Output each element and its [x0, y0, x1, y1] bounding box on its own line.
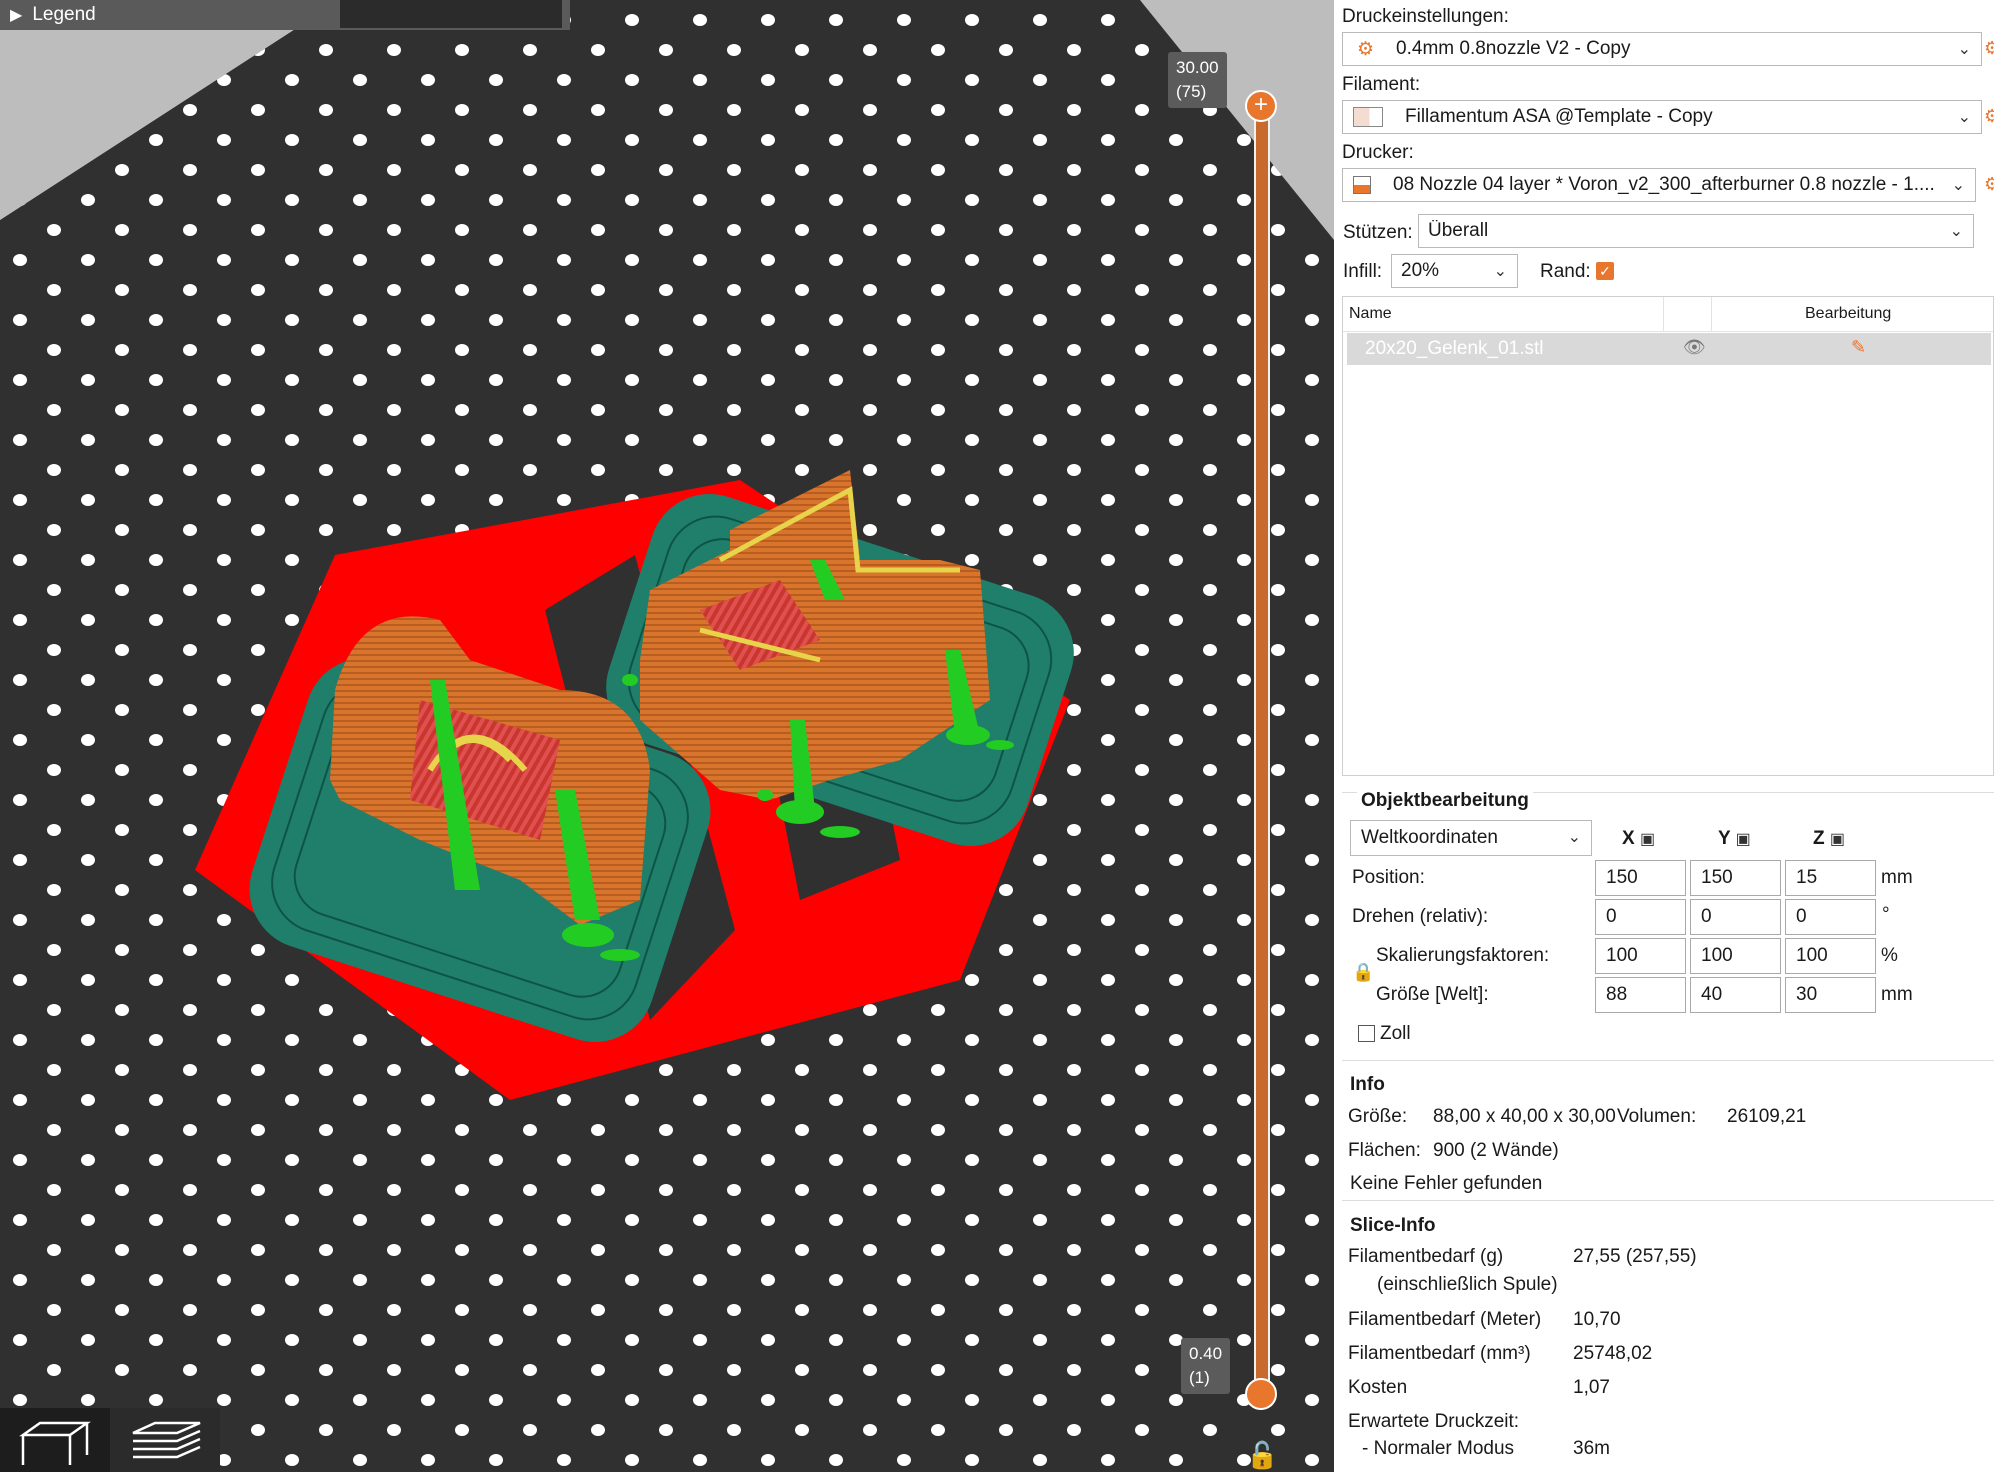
chevron-down-icon: ⌄ — [1567, 829, 1581, 846]
supports-combo[interactable]: Überall ⌄ — [1418, 214, 1974, 248]
normal-mode-value: 36m — [1573, 1438, 1610, 1459]
scale-label: Skalierungsfaktoren: — [1376, 945, 1550, 966]
filament-g-sub: (einschließlich Spule) — [1377, 1274, 1558, 1295]
expand-triangle-icon: ▶ — [10, 7, 23, 24]
brim-label: Rand: — [1540, 261, 1591, 282]
gear-icon[interactable]: ⚙ — [1984, 38, 1994, 59]
filament-m-label: Filamentbedarf (Meter) — [1348, 1309, 1542, 1330]
infill-combo[interactable]: 20% ⌄ — [1391, 254, 1518, 288]
gear-icon[interactable]: ⚙ — [1984, 106, 1994, 127]
layers-icon — [132, 1421, 201, 1459]
layer-slider[interactable] — [1254, 104, 1270, 1394]
position-x-input[interactable]: 150 — [1595, 860, 1686, 896]
filament-m-value: 10,70 — [1573, 1309, 1621, 1330]
filament-label: Filament: — [1342, 74, 1421, 95]
print-bed-scene[interactable] — [0, 0, 1334, 1472]
rotate-y-input[interactable]: 0 — [1690, 899, 1781, 935]
position-y-input[interactable]: 150 — [1690, 860, 1781, 896]
print-time-label: Erwartete Druckzeit: — [1348, 1411, 1520, 1432]
filament-color-swatch — [1353, 107, 1383, 127]
chevron-down-icon: ⌄ — [1949, 223, 1963, 240]
layer-bottom-label: 0.40 (1) — [1181, 1338, 1231, 1394]
gear-icon[interactable]: ⚙ — [1984, 174, 1994, 195]
position-unit: mm — [1881, 867, 1913, 888]
view-3d-button[interactable] — [0, 1408, 110, 1472]
object-name[interactable]: 20x20_Gelenk_01.stl — [1365, 338, 1544, 360]
rotate-label: Drehen (relativ): — [1352, 906, 1489, 927]
rotate-z-input[interactable]: 0 — [1785, 899, 1876, 935]
printer-icon — [1353, 176, 1371, 194]
axis-x-label: X ▣ — [1622, 828, 1656, 849]
info-errors: Keine Fehler gefunden — [1350, 1173, 1543, 1194]
printer-combo[interactable]: 08 Nozzle 04 layer * Voron_v2_300_afterb… — [1342, 168, 1976, 202]
size-y-input[interactable]: 40 — [1690, 977, 1781, 1013]
size-label: Größe [Welt]: — [1376, 984, 1489, 1005]
axis-y-label: Y ▣ — [1718, 828, 1751, 849]
column-name[interactable]: Name — [1349, 305, 1392, 323]
size-z-input[interactable]: 30 — [1785, 977, 1876, 1013]
info-facets-label: Flächen: — [1348, 1140, 1421, 1161]
position-z-input[interactable]: 15 — [1785, 860, 1876, 896]
coordinate-system-combo[interactable]: Weltkoordinaten ⌄ — [1350, 820, 1592, 856]
scale-unit: % — [1881, 945, 1898, 966]
legend-label: Legend — [32, 4, 96, 25]
cube-icon — [19, 1421, 91, 1465]
printer-label: Drucker: — [1342, 142, 1414, 163]
lock-icon[interactable]: 🔒 — [1352, 962, 1374, 983]
position-label: Position: — [1352, 867, 1425, 888]
infill-label: Infill: — [1343, 261, 1383, 282]
column-edit[interactable]: Bearbeitung — [1805, 305, 1891, 323]
filament-combo[interactable]: Fillamentum ASA @Template - Copy ⌄ — [1342, 100, 1982, 134]
print-settings-combo[interactable]: ⚙ 0.4mm 0.8nozzle V2 - Copy ⌄ — [1342, 32, 1982, 66]
chevron-down-icon: ⌄ — [1957, 109, 1971, 126]
info-facets-value: 900 (2 Wände) — [1433, 1140, 1559, 1161]
edit-settings-icon[interactable]: ✎ — [1851, 337, 1866, 358]
filament-mm3-value: 25748,02 — [1573, 1343, 1653, 1364]
chevron-down-icon: ⌄ — [1957, 41, 1971, 58]
size-unit: mm — [1881, 984, 1913, 1005]
gear-icon: ⚙ — [1357, 38, 1375, 60]
object-list-header: Name Bearbeitung — [1343, 297, 1993, 332]
drop-to-axis-icon: ▣ — [1829, 831, 1846, 848]
layer-slider-bottom-handle[interactable] — [1245, 1378, 1277, 1410]
cost-value: 1,07 — [1573, 1377, 1610, 1398]
info-size-value: 88,00 x 40,00 x 30,00 — [1433, 1106, 1616, 1127]
brim-checkbox[interactable]: ✓ — [1596, 262, 1614, 280]
info-size-label: Größe: — [1348, 1106, 1408, 1127]
info-volume-label: Volumen: — [1617, 1106, 1697, 1127]
object-row[interactable]: 20x20_Gelenk_01.stl 👁 ✎ — [1347, 333, 1991, 365]
filament-mm3-label: Filamentbedarf (mm³) — [1348, 1343, 1531, 1364]
object-list[interactable]: Name Bearbeitung 20x20_Gelenk_01.stl 👁 ✎ — [1342, 296, 1994, 776]
cost-label: Kosten — [1348, 1377, 1408, 1398]
size-x-input[interactable]: 88 — [1595, 977, 1686, 1013]
scale-z-input[interactable]: 100 — [1785, 938, 1876, 974]
scale-x-input[interactable]: 100 — [1595, 938, 1686, 974]
drop-to-axis-icon: ▣ — [1639, 831, 1656, 848]
scale-y-input[interactable]: 100 — [1690, 938, 1781, 974]
eye-icon[interactable]: 👁 — [1683, 337, 1706, 358]
layer-top-label: 30.00 (75) — [1168, 52, 1227, 108]
filament-g-value: 27,55 (257,55) — [1573, 1246, 1697, 1267]
rotate-x-input[interactable]: 0 — [1595, 899, 1686, 935]
drop-to-axis-icon: ▣ — [1735, 831, 1751, 848]
layer-slider-top-handle[interactable]: + — [1245, 90, 1277, 122]
unlock-icon[interactable]: 🔓 — [1246, 1440, 1278, 1471]
object-manipulation-title: Objektbearbeitung — [1357, 790, 1533, 812]
axis-z-label: Z ▣ — [1813, 828, 1846, 849]
info-volume-value: 26109,21 — [1727, 1106, 1807, 1127]
filament-g-label: Filamentbedarf (g) — [1348, 1246, 1504, 1267]
inch-checkbox[interactable] — [1358, 1025, 1375, 1042]
rotate-unit: ° — [1882, 904, 1890, 925]
chevron-down-icon: ⌄ — [1951, 177, 1965, 194]
view-layers-button[interactable] — [110, 1408, 220, 1472]
legend-tab — [340, 0, 562, 28]
print-settings-label: Druckeinstellungen: — [1342, 6, 1509, 27]
chevron-down-icon: ⌄ — [1493, 263, 1507, 280]
slice-info-title: Slice-Info — [1350, 1215, 1436, 1236]
normal-mode-label: - Normaler Modus — [1362, 1438, 1515, 1459]
supports-label: Stützen: — [1343, 222, 1413, 243]
info-title: Info — [1350, 1074, 1385, 1095]
inch-label: Zoll — [1380, 1023, 1411, 1044]
3d-preview-viewport[interactable]: ▶ Legend 30.00 (75) + 0.40 (1) 🔓 — [0, 0, 1334, 1472]
